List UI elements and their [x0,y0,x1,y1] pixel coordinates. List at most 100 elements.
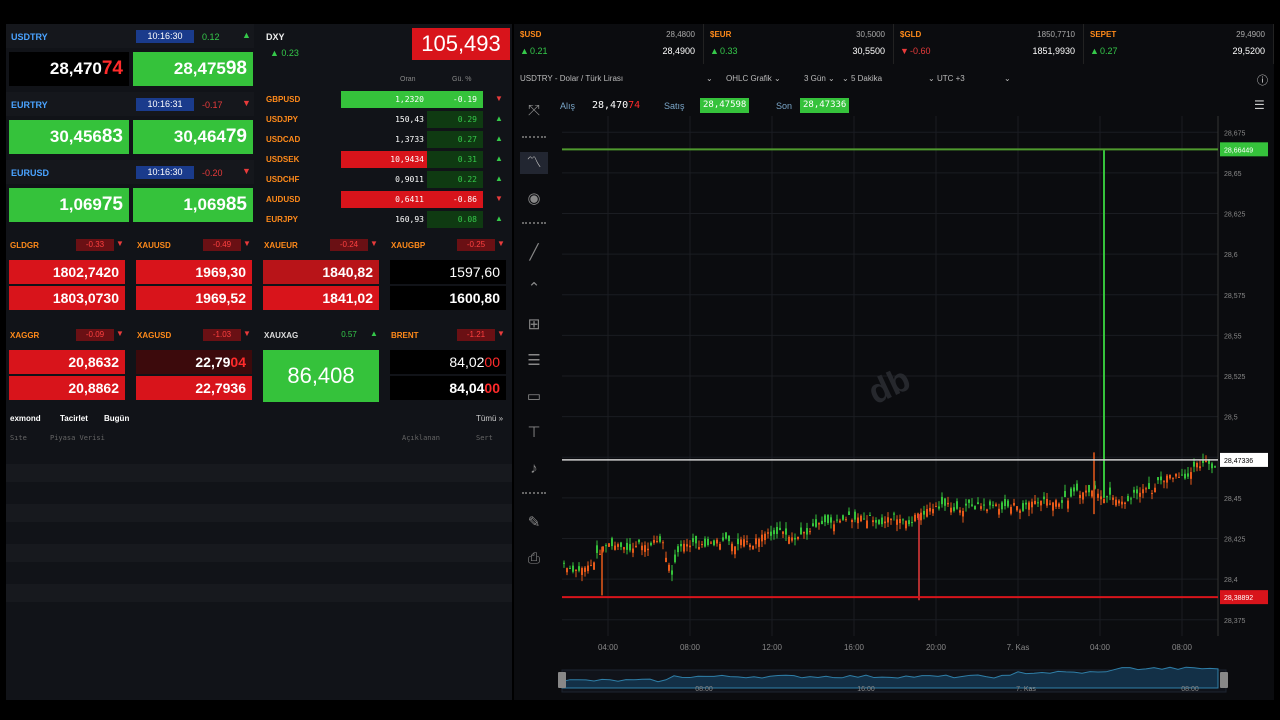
tile-eurusd[interactable]: EURUSD 10:16:30 -0.20 ▼ 1,06975 1,06985 [6,160,254,222]
candle-body [845,519,847,521]
cross-rate-row[interactable]: GBPUSD 1,2320 -0.19 ▼ [262,90,512,109]
candle-body [611,538,613,547]
candle-body [860,515,862,522]
arrow-down-icon: ▼ [116,239,124,248]
table-row[interactable] [6,464,512,482]
candle-body [641,545,643,551]
watermark-logo: db [862,360,916,412]
candle-body [1088,484,1090,493]
tile-time: 10:16:30 [136,166,194,179]
candle-body [956,501,958,509]
candle-body [899,519,901,524]
tile-xaueur[interactable]: XAUEUR -0.24 ▼ 1840,82 1841,02 [260,236,382,328]
ratio-value[interactable]: 86,408 [263,350,379,402]
show-all-link[interactable]: Tümü » [476,414,503,423]
candle-body [926,509,928,517]
arrow-up-icon: ▲ [495,214,503,223]
candle-body [1061,500,1063,503]
bid-price[interactable]: 1802,7420 [9,260,125,284]
price-chart[interactable]: 04:00 08:00 12:00 16:00 20:00 7. Kas 04:00 08:0… [514,24,1274,700]
tab-bugun[interactable]: Bugün [104,414,129,423]
ask-price[interactable]: 20,8862 [9,376,125,400]
table-row[interactable] [6,584,512,602]
table-row[interactable] [6,504,512,522]
candle-body [839,520,841,523]
tab-tacirlet[interactable]: Tacirlet [60,414,88,423]
cross-change: 0.08 [427,211,483,228]
candle-body [1079,494,1081,498]
candle-body [1163,481,1165,483]
cross-rate-row[interactable]: USDSEK 10,9434 0.31 ▲ [262,150,512,169]
ask-price[interactable]: 1,06985 [133,188,253,222]
cross-rate-row[interactable]: USDCAD 1,3733 0.27 ▲ [262,130,512,149]
candle-body [662,542,664,544]
bid-price[interactable]: 20,8632 [9,350,125,374]
candle-body [920,512,922,521]
bid-price[interactable]: 1597,60 [390,260,506,284]
cross-change: 0.31 [427,151,483,168]
ask-price[interactable]: 22,7936 [136,376,252,400]
arrow-down-icon: ▼ [370,239,378,248]
cross-rate-row[interactable]: USDJPY 150,43 0.29 ▲ [262,110,512,129]
ask-price[interactable]: 84,0400 [390,376,506,400]
bid-price[interactable]: 22,7904 [136,350,252,374]
candle-body [809,531,811,533]
tile-gldgr[interactable]: GLDGR -0.33 ▼ 1802,7420 1803,0730 [6,236,128,328]
navigator-left-handle[interactable] [558,672,566,688]
candle-body [1097,493,1099,498]
arrow-down-icon: ▼ [242,166,251,176]
ask-price[interactable]: 1803,0730 [9,286,125,310]
tile-xaggr[interactable]: XAGGR -0.09 ▼ 20,8632 20,8862 [6,326,128,418]
news-tabs: exmond Tacirlet Bugün Tümü » [10,412,512,426]
chart-panel: $USD ▲ 0.21 28,4800 28,4900 $EUR ▲ 0.33 30,5000 3… [514,24,1274,700]
tile-eurtry[interactable]: EURTRY 10:16:31 -0.17 ▼ 30,45683 30,4647… [6,92,254,154]
candle-body [1010,506,1012,514]
candle-body [1142,489,1144,494]
bid-price[interactable]: 84,0200 [390,350,506,374]
tile-xagusd[interactable]: XAGUSD -1.03 ▼ 22,7904 22,7936 [133,326,255,418]
candle-body [719,544,721,550]
tile-change: -0.24 [330,239,368,251]
cross-symbol: USDCAD [266,135,301,144]
tile-xauxag[interactable]: XAUXAG 0.57 ▲ 86,408 [260,326,382,418]
tile-xaugbp[interactable]: XAUGBP -0.25 ▼ 1597,60 1600,80 [387,236,509,328]
cross-rate-row[interactable]: USDCHF 0,9011 0.22 ▲ [262,170,512,189]
cross-rate: 0,6411 [341,191,427,208]
price-tick-label: 28,625 [1224,212,1246,219]
ask-price[interactable]: 1969,52 [136,286,252,310]
candle-body [1133,489,1135,493]
tile-symbol: BRENT [391,331,419,340]
candle-body [626,542,628,550]
table-row[interactable] [6,544,512,562]
cross-rate-row[interactable]: AUDUSD 0,6411 -0.86 ▼ [262,190,512,209]
candle-body [1091,490,1093,497]
candle-body [1016,506,1018,511]
navigator-right-handle[interactable] [1220,672,1228,688]
ask-price[interactable]: 1600,80 [390,286,506,310]
bid-price[interactable]: 1,06975 [9,188,129,222]
tile-brent[interactable]: BRENT -1.21 ▼ 84,0200 84,0400 [387,326,509,418]
tile-symbol: XAUUSD [137,241,171,250]
candle-body [881,517,883,525]
candle-body [995,504,997,507]
bid-price[interactable]: 1840,82 [263,260,379,284]
bid-price[interactable]: 28,47074 [9,52,129,86]
ask-price[interactable]: 28,47598 [133,52,253,86]
tab-exmond[interactable]: exmond [10,414,41,423]
time-tick-label: 12:00 [762,643,783,652]
tile-usdtry[interactable]: USDTRY 10:16:30 0.12 ▲ 28,47074 28,47598 [6,24,254,86]
candle-body [632,548,634,553]
candle-body [653,539,655,543]
bid-price[interactable]: 1969,30 [136,260,252,284]
ask-price[interactable]: 30,46479 [133,120,253,154]
candle-body [572,565,574,572]
cross-rate-row[interactable]: EURJPY 160,93 0.08 ▲ [262,210,512,229]
candle-body [977,502,979,505]
ask-price[interactable]: 1841,02 [263,286,379,310]
candle-body [599,553,601,555]
tile-xauusd[interactable]: XAUUSD -0.49 ▼ 1969,30 1969,52 [133,236,255,328]
candle-body [1148,483,1150,490]
candle-body [743,539,745,547]
tile-change: ▲ 0.23 [270,48,299,58]
bid-price[interactable]: 30,45683 [9,120,129,154]
